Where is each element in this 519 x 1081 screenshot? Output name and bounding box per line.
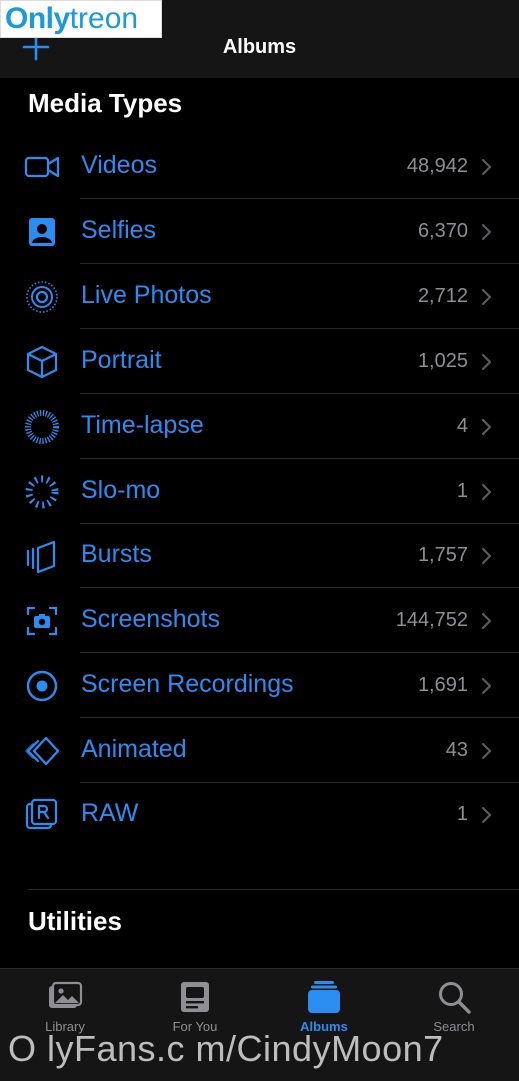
screen-recording-icon bbox=[26, 670, 58, 702]
album-row-screen-recordings[interactable]: Screen Recordings 1,691 bbox=[0, 654, 519, 718]
album-row-live-photos[interactable]: Live Photos 2,712 bbox=[0, 265, 519, 329]
page-title: Albums bbox=[222, 36, 297, 58]
row-separator bbox=[80, 198, 519, 199]
chevron-right-icon bbox=[481, 158, 492, 176]
video-camera-icon bbox=[24, 156, 60, 178]
album-row-bursts[interactable]: Bursts 1,757 bbox=[0, 524, 519, 588]
chevron-right-icon bbox=[481, 547, 492, 565]
album-label: Screenshots bbox=[81, 605, 220, 633]
album-count: 2,712 bbox=[417, 285, 468, 307]
screenshot-icon bbox=[26, 606, 58, 636]
chevron-right-icon bbox=[481, 806, 492, 824]
row-separator bbox=[80, 717, 519, 718]
album-count: 48,942 bbox=[406, 155, 468, 177]
album-count: 1 bbox=[456, 803, 468, 825]
chevron-right-icon bbox=[481, 288, 492, 306]
row-separator bbox=[80, 652, 519, 653]
for-you-icon bbox=[181, 982, 209, 1012]
chevron-right-icon bbox=[481, 223, 492, 241]
chevron-right-icon bbox=[481, 353, 492, 371]
section-title-media-types: Media Types bbox=[28, 88, 183, 118]
live-photo-icon bbox=[26, 281, 58, 313]
album-label: Videos bbox=[81, 151, 157, 179]
chevron-right-icon bbox=[481, 677, 492, 695]
album-label: Screen Recordings bbox=[81, 670, 294, 698]
album-count: 144,752 bbox=[395, 609, 468, 631]
library-photos-icon bbox=[49, 981, 83, 1008]
row-separator bbox=[80, 328, 519, 329]
album-row-portrait[interactable]: Portrait 1,025 bbox=[0, 330, 519, 394]
album-count: 1 bbox=[456, 480, 468, 502]
section-divider bbox=[28, 889, 519, 890]
album-count: 43 bbox=[445, 739, 468, 761]
watermark-logo-bold: Only bbox=[5, 2, 70, 35]
section-title-utilities: Utilities bbox=[28, 906, 122, 936]
raw-icon bbox=[25, 798, 58, 830]
album-count: 6,370 bbox=[417, 220, 468, 242]
album-label: Animated bbox=[81, 735, 187, 763]
album-row-videos[interactable]: Videos 48,942 bbox=[0, 135, 519, 199]
album-row-time-lapse[interactable]: Time-lapse 4 bbox=[0, 395, 519, 459]
album-count: 1,757 bbox=[417, 544, 468, 566]
album-count: 1,025 bbox=[417, 350, 468, 372]
bursts-icon bbox=[26, 540, 56, 574]
chevron-right-icon bbox=[481, 483, 492, 501]
album-label: Bursts bbox=[81, 540, 152, 568]
album-row-raw[interactable]: RAW 1 bbox=[0, 783, 519, 847]
albums-stack-icon bbox=[308, 981, 340, 1013]
album-row-slo-mo[interactable]: Slo-mo 1 bbox=[0, 460, 519, 524]
watermark-url: O lyFans.c m/CindyMoon7 bbox=[8, 1028, 444, 1069]
album-row-selfies[interactable]: Selfies 6,370 bbox=[0, 200, 519, 264]
row-separator bbox=[80, 393, 519, 394]
album-label: Slo-mo bbox=[81, 476, 161, 504]
animated-icon bbox=[25, 736, 60, 766]
album-count: 4 bbox=[456, 415, 468, 437]
album-label: Time-lapse bbox=[81, 411, 204, 439]
album-row-screenshots[interactable]: Screenshots 144,752 bbox=[0, 589, 519, 653]
search-icon bbox=[439, 982, 471, 1014]
row-separator bbox=[80, 587, 519, 588]
row-separator bbox=[80, 263, 519, 264]
album-label: Selfies bbox=[81, 216, 157, 244]
watermark-logo-regular: treon bbox=[69, 2, 139, 35]
album-row-animated[interactable]: Animated 43 bbox=[0, 719, 519, 783]
slo-mo-icon bbox=[25, 475, 59, 509]
album-label: Live Photos bbox=[81, 281, 212, 309]
selfie-icon bbox=[29, 218, 55, 246]
album-label: RAW bbox=[81, 799, 139, 827]
chevron-right-icon bbox=[481, 742, 492, 760]
chevron-right-icon bbox=[481, 612, 492, 630]
portrait-cube-icon bbox=[26, 345, 58, 379]
album-label: Portrait bbox=[81, 346, 162, 374]
row-separator bbox=[80, 458, 519, 459]
watermark-logo: Onlytreon bbox=[0, 0, 162, 38]
time-lapse-icon bbox=[25, 410, 59, 444]
album-count: 1,691 bbox=[417, 674, 468, 696]
chevron-right-icon bbox=[481, 418, 492, 436]
